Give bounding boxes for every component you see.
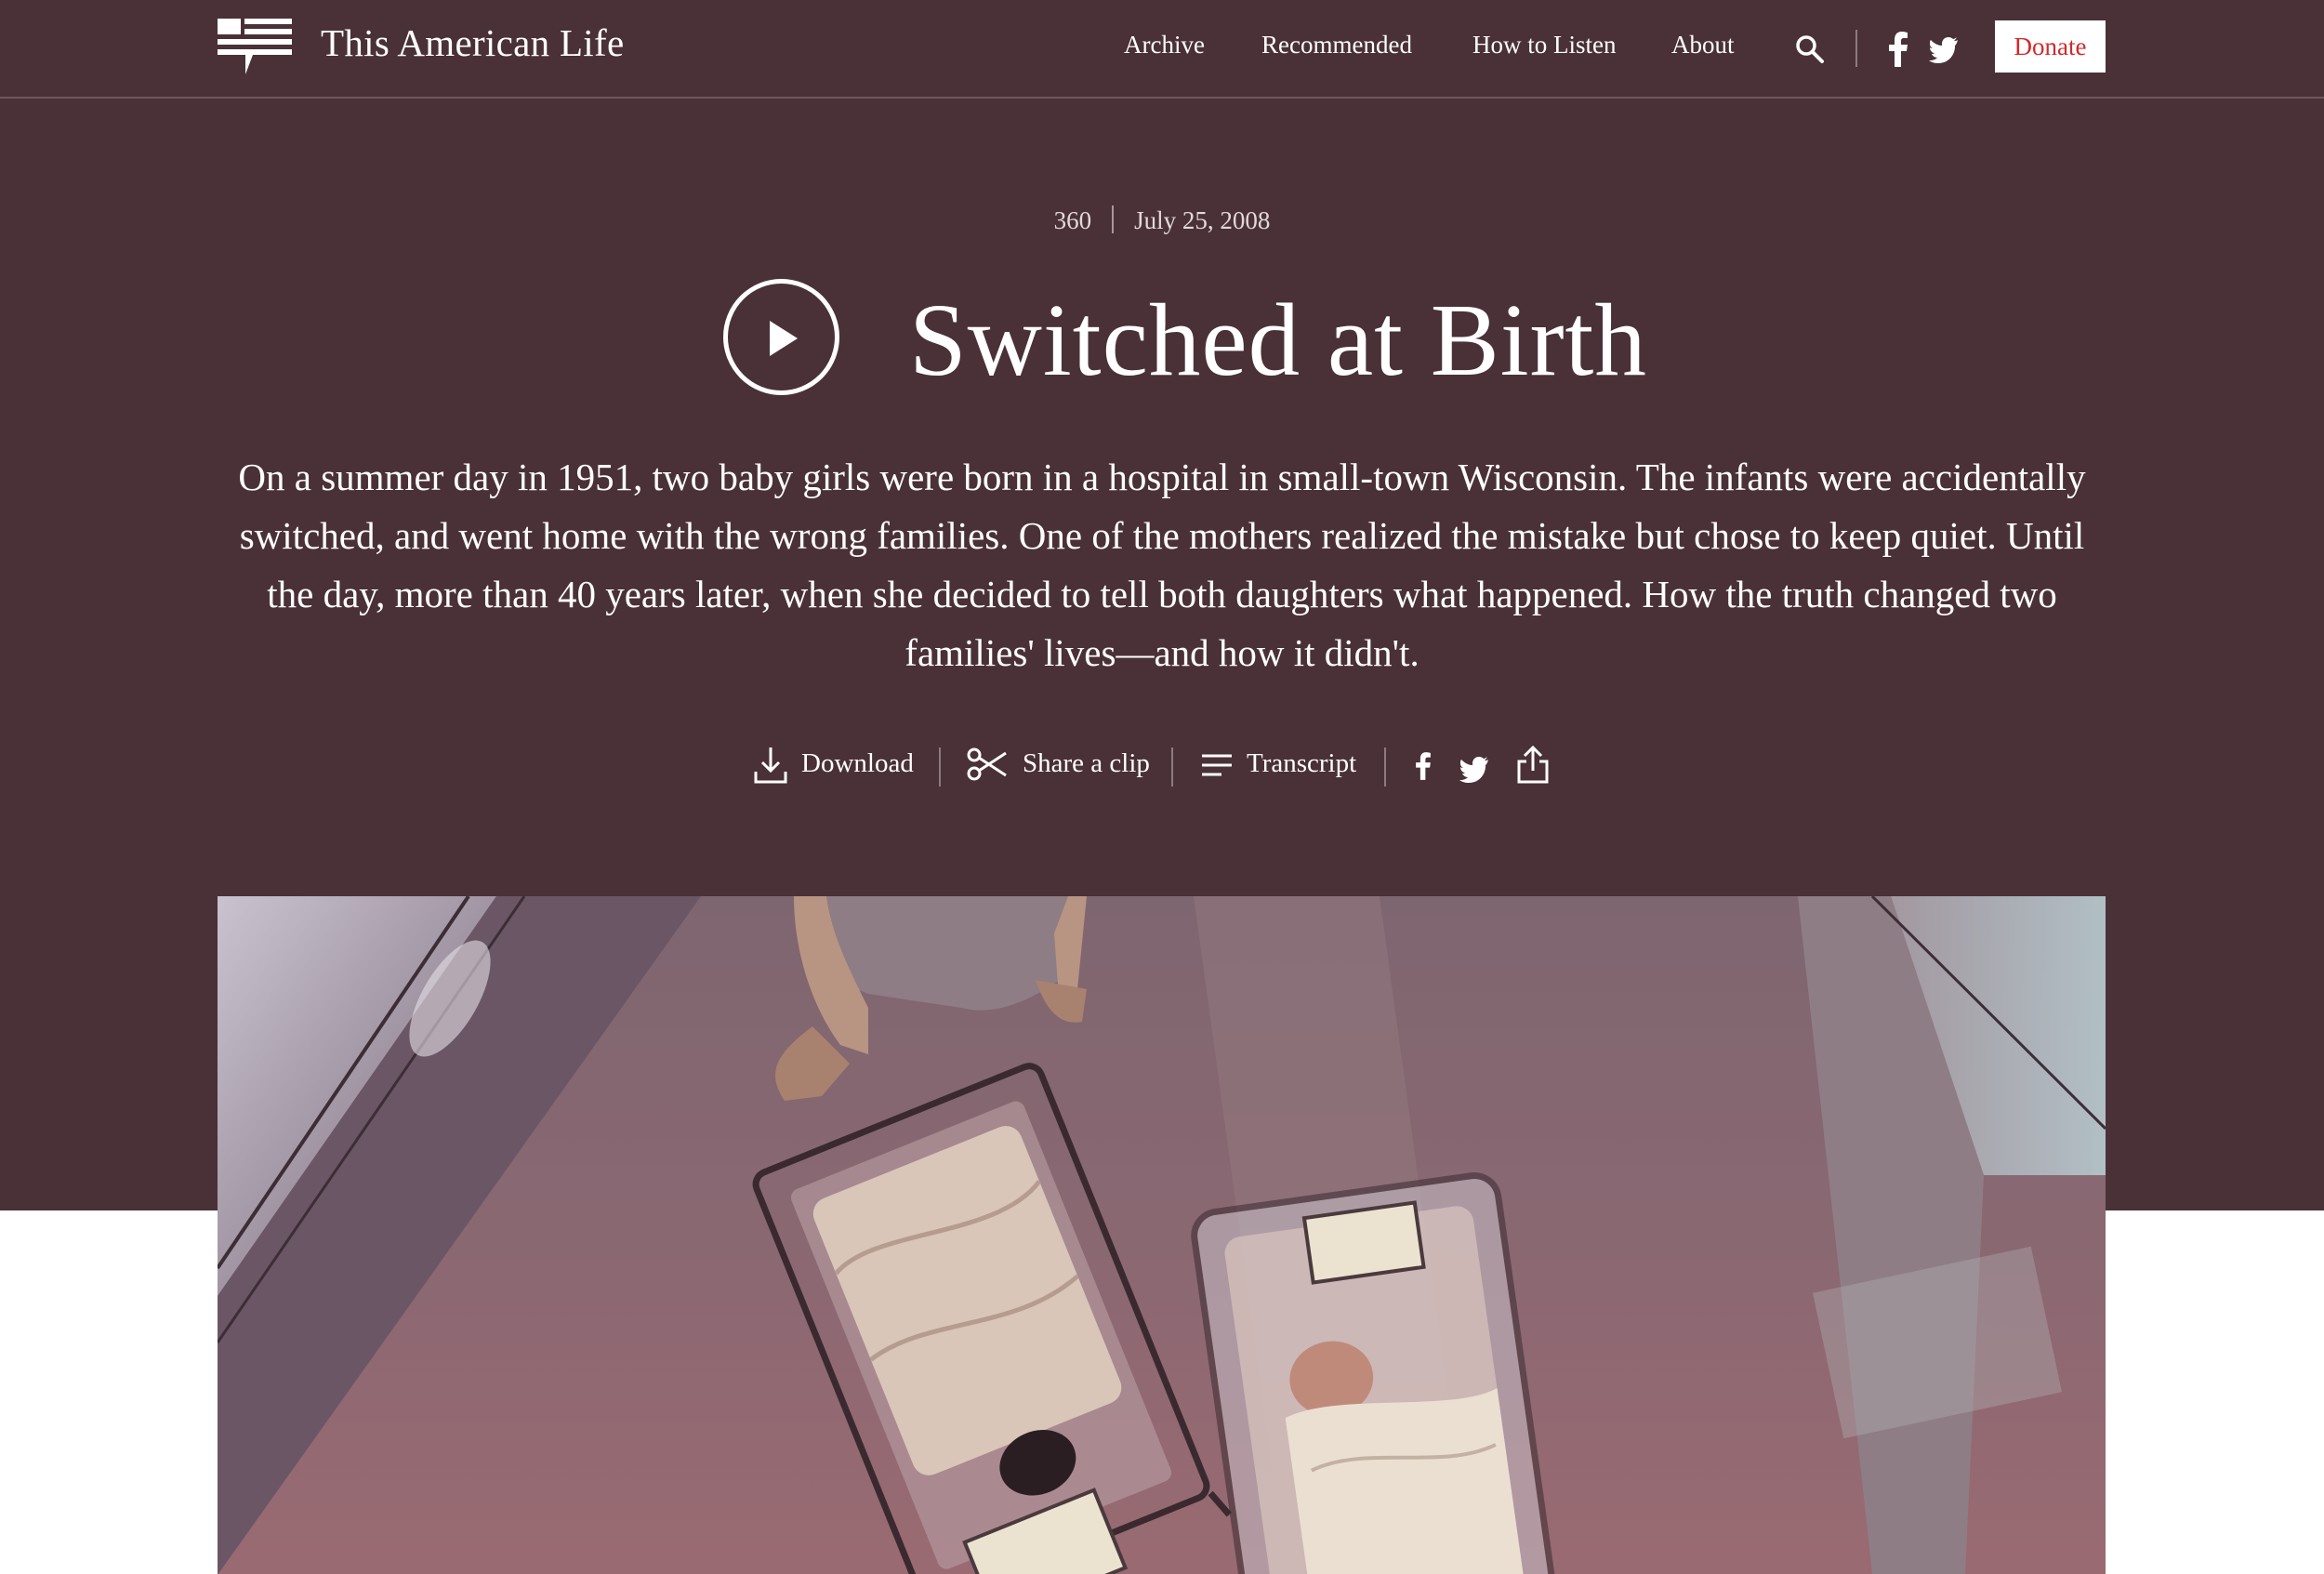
transcript-icon[interactable] (1201, 753, 1233, 779)
action-divider (1171, 747, 1173, 787)
nav-how-to-listen[interactable]: How to Listen (1472, 31, 1617, 60)
logo-icon[interactable] (218, 19, 292, 76)
twitter-share-icon[interactable] (1459, 755, 1489, 783)
facebook-icon[interactable] (1885, 32, 1911, 67)
play-button[interactable] (723, 279, 839, 395)
donate-button[interactable]: Donate (1995, 20, 2106, 73)
search-icon[interactable] (1794, 33, 1826, 65)
facebook-share-icon[interactable] (1413, 749, 1433, 783)
nav-about[interactable]: About (1671, 31, 1735, 60)
scissors-icon[interactable] (967, 747, 1008, 781)
twitter-icon[interactable] (1929, 35, 1959, 63)
meta-divider (1112, 205, 1115, 233)
share-icon[interactable] (1516, 746, 1550, 785)
episode-title: Switched at Birth (909, 284, 1647, 398)
share-clip-button[interactable]: Share a clip (1023, 748, 1150, 779)
nav-archive[interactable]: Archive (1124, 31, 1205, 60)
download-icon[interactable] (753, 746, 788, 785)
action-divider (1384, 747, 1386, 787)
header-divider (1855, 30, 1857, 67)
transcript-button[interactable]: Transcript (1247, 748, 1356, 779)
episode-description: On a summer day in 1951, two baby girls … (238, 456, 2086, 674)
logo-text[interactable]: This American Life (321, 20, 624, 65)
episode-illustration (218, 896, 2106, 1574)
download-button[interactable]: Download (801, 748, 914, 779)
episode-date: July 25, 2008 (1134, 206, 1271, 234)
action-divider (939, 747, 941, 787)
nav-recommended[interactable]: Recommended (1261, 31, 1412, 60)
play-icon (770, 321, 798, 356)
episode-meta: 360 July 25, 2008 (0, 205, 2324, 237)
episode-number: 360 (1053, 206, 1092, 234)
site-header: This American Life Archive Recommended H… (0, 0, 2324, 99)
